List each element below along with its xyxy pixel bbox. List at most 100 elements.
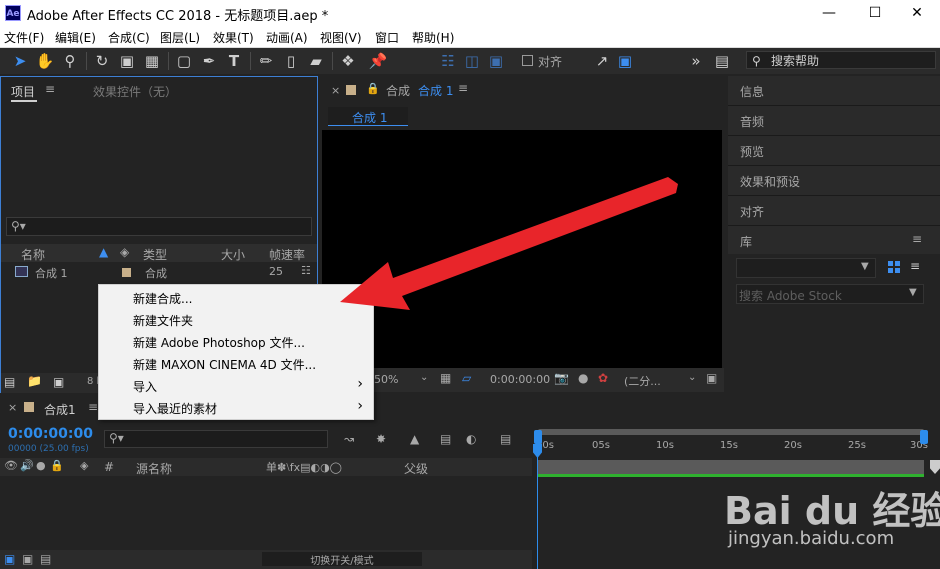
breadcrumb[interactable]: 合成 1 xyxy=(328,107,408,126)
local-axis-icon[interactable]: ☷ xyxy=(438,51,458,71)
breadcrumb-comp[interactable]: 合成 1 xyxy=(352,109,387,126)
lock-icon[interactable]: 🔒 xyxy=(366,82,380,95)
switches-icons[interactable]: 单✽⧵fx▤◐◑◯ xyxy=(266,459,342,475)
project-search-input[interactable]: ⚲▾ xyxy=(6,217,312,236)
video-eye-icon[interactable]: 👁 xyxy=(4,459,18,472)
panel-menu-icon[interactable]: ≡ xyxy=(45,82,55,96)
zoom-tool-icon[interactable]: ⚲ xyxy=(60,51,80,71)
composition-mini-flowchart-icon[interactable]: ↝ xyxy=(344,432,354,446)
graph-editor-icon[interactable]: ▤ xyxy=(500,432,511,446)
current-time[interactable]: 0:00:00:00 xyxy=(8,426,93,442)
minimize-icon[interactable]: — xyxy=(806,0,852,26)
panel-libraries[interactable]: 库 ≡ xyxy=(728,226,940,254)
world-axis-icon[interactable]: ◫ xyxy=(462,51,482,71)
column-fps[interactable]: 帧速率 xyxy=(269,246,305,263)
panel-audio[interactable]: 音频 xyxy=(728,106,940,136)
menu-new-folder[interactable]: 新建文件夹 xyxy=(99,308,373,330)
menu-composition[interactable]: 合成(C) xyxy=(108,29,150,46)
selection-tool-icon[interactable]: ➤ xyxy=(10,51,30,71)
text-tool-icon[interactable]: T xyxy=(224,51,244,71)
resolution-select[interactable]: (二分... xyxy=(624,373,661,389)
tab-project[interactable]: 项目 xyxy=(11,83,35,100)
zoom-level[interactable]: 50% xyxy=(374,373,398,386)
work-area-start-handle[interactable] xyxy=(534,430,542,444)
rotate-tool-icon[interactable]: ↻ xyxy=(92,51,112,71)
workspace-icon[interactable]: ▤ xyxy=(712,51,732,71)
column-parent[interactable]: 父级 xyxy=(404,460,428,477)
stock-search-input[interactable]: 搜索 Adobe Stock ▼ xyxy=(736,284,924,304)
menu-animation[interactable]: 动画(A) xyxy=(266,29,308,46)
playhead-line[interactable] xyxy=(537,444,538,569)
menu-new-composition[interactable]: 新建合成... xyxy=(99,286,373,308)
panel-effects-presets[interactable]: 效果和预设 xyxy=(728,166,940,196)
menu-file[interactable]: 文件(F) xyxy=(4,29,44,46)
safe-margins-icon[interactable]: ▦ xyxy=(440,371,451,385)
list-view-icon[interactable]: ≡ xyxy=(910,259,920,273)
work-area-end-handle[interactable] xyxy=(920,430,928,444)
hand-tool-icon[interactable]: ✋ xyxy=(35,51,55,71)
new-composition-icon[interactable]: ▣ xyxy=(53,375,64,389)
panel-menu-icon[interactable]: ≡ xyxy=(88,400,98,414)
frame-blending-icon[interactable]: ▤ xyxy=(440,432,451,446)
menu-window[interactable]: 窗口 xyxy=(375,29,399,46)
lock-icon[interactable]: 🔒 xyxy=(50,459,64,472)
composition-canvas[interactable] xyxy=(322,130,722,368)
chevron-down-icon[interactable]: ⌄ xyxy=(420,372,428,383)
expand-timing-icon[interactable]: ▤ xyxy=(40,552,51,566)
menu-new-cinema4d-file[interactable]: 新建 MAXON CINEMA 4D 文件... xyxy=(99,352,373,374)
audio-icon[interactable]: 🔊 xyxy=(20,459,34,472)
column-type[interactable]: 类型 xyxy=(143,246,167,263)
menu-layer[interactable]: 图层(L) xyxy=(160,29,200,46)
time-ruler[interactable]: 00s 05s 10s 15s 20s 25s 30s xyxy=(532,438,928,460)
menu-edit[interactable]: 编辑(E) xyxy=(55,29,96,46)
snap-icon[interactable]: ↗ xyxy=(592,51,612,71)
expand-transfer-icon[interactable]: ▣ xyxy=(22,552,33,566)
interpret-footage-icon[interactable]: ▤ xyxy=(4,375,15,389)
puppet-pin-tool-icon[interactable]: 📌 xyxy=(368,51,388,71)
expand-layer-switches-icon[interactable]: ▣ xyxy=(4,552,15,566)
sort-ascending-icon[interactable]: ▲ xyxy=(99,245,108,259)
clone-stamp-tool-icon[interactable]: ▯ xyxy=(281,51,301,71)
timeline-search-input[interactable]: ⚲▾ xyxy=(104,430,328,448)
rectangle-tool-icon[interactable]: ▢ xyxy=(174,51,194,71)
label-color-swatch[interactable] xyxy=(122,268,131,277)
work-area-bar[interactable] xyxy=(538,429,924,435)
eraser-tool-icon[interactable]: ▰ xyxy=(306,51,326,71)
viewer-timecode[interactable]: 0:00:00:00 xyxy=(490,373,550,386)
pen-tool-icon[interactable]: ✒ xyxy=(199,51,219,71)
column-source-name[interactable]: 源名称 xyxy=(136,460,172,477)
motion-blur-icon[interactable]: ◐ xyxy=(466,432,476,446)
close-tab-icon[interactable]: × xyxy=(331,84,340,97)
panel-info[interactable]: 信息 xyxy=(728,76,940,106)
timeline-tab-label[interactable]: 合成1 xyxy=(44,401,76,418)
roto-brush-tool-icon[interactable]: ❖ xyxy=(338,51,358,71)
new-folder-icon[interactable]: 📁 xyxy=(27,374,42,388)
maximize-icon[interactable]: ☐ xyxy=(852,0,898,26)
region-of-interest-icon[interactable]: ▣ xyxy=(706,371,717,385)
solo-icon[interactable]: ● xyxy=(36,459,46,472)
panel-menu-icon[interactable]: ≡ xyxy=(458,81,468,95)
search-help-input[interactable]: ⚲ 搜索帮助 xyxy=(746,51,936,69)
panel-menu-icon[interactable]: ≡ xyxy=(912,232,922,246)
library-select[interactable]: ▼ xyxy=(736,258,876,278)
align-checkbox[interactable] xyxy=(522,55,533,66)
brush-tool-icon[interactable]: ✏ xyxy=(256,51,276,71)
draft-3d-icon[interactable]: ✸ xyxy=(376,432,386,446)
panel-align[interactable]: 对齐 xyxy=(728,196,940,226)
toggle-switches-modes-button[interactable]: 切换开关/模式 xyxy=(262,552,422,567)
tab-effect-controls[interactable]: 效果控件（无） xyxy=(93,83,177,100)
snap-target-icon[interactable]: ▣ xyxy=(615,51,635,71)
viewer-comp-name[interactable]: 合成 1 xyxy=(418,82,453,99)
grid-view-icon[interactable] xyxy=(888,261,900,273)
project-item-row[interactable]: 合成 1 合成 25 ☷ xyxy=(1,264,317,282)
pan-behind-tool-icon[interactable]: ▦ xyxy=(142,51,162,71)
menu-help[interactable]: 帮助(H) xyxy=(412,29,454,46)
mask-visibility-icon[interactable]: ▱ xyxy=(462,371,471,385)
menu-import[interactable]: 导入 › xyxy=(99,374,373,396)
color-channels-icon[interactable]: ✿ xyxy=(598,371,608,385)
flowchart-icon[interactable]: ☷ xyxy=(301,264,311,277)
column-name[interactable]: 名称 xyxy=(21,246,45,263)
shy-layers-icon[interactable]: ▲ xyxy=(410,432,419,446)
label-tag-icon[interactable]: ◈ xyxy=(120,245,129,259)
column-size[interactable]: 大小 xyxy=(221,246,245,263)
